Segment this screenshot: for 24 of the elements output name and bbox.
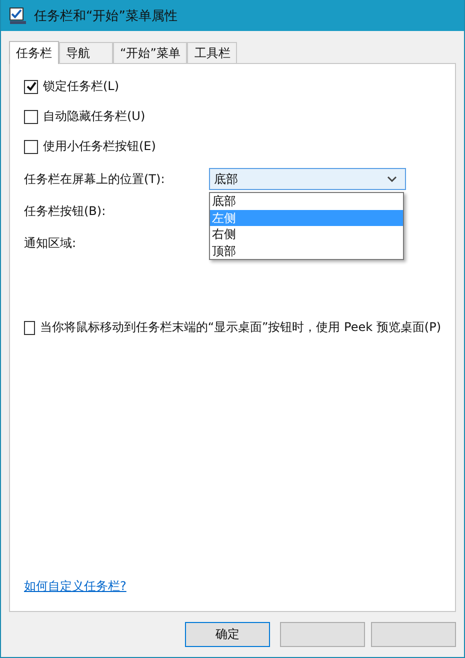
chevron-icon bbox=[387, 176, 397, 182]
tab[interactable]: 工具栏 bbox=[187, 42, 238, 63]
dropdown-option[interactable]: 顶部 bbox=[210, 242, 403, 259]
help-link[interactable]: 如何自定义任务栏? bbox=[24, 578, 126, 595]
tab[interactable]: 任务栏 bbox=[9, 41, 59, 64]
dropdown-option[interactable]: 右侧 bbox=[210, 226, 403, 242]
checkbox[interactable] bbox=[24, 140, 38, 154]
field-label: 通知区域: bbox=[24, 234, 78, 252]
checkbox-label: 自动隐藏任务栏(U) bbox=[43, 108, 146, 125]
field-label: 任务栏按钮(B): bbox=[24, 202, 107, 220]
dropdown-option[interactable]: 底部 bbox=[210, 193, 403, 210]
ok-button[interactable]: 确定 bbox=[185, 622, 270, 647]
checkbox[interactable] bbox=[24, 320, 35, 334]
checkbox[interactable] bbox=[24, 110, 38, 124]
window-title: 任务栏和“开始”菜单属性 bbox=[34, 8, 178, 24]
tab[interactable]: 导航 bbox=[59, 42, 113, 63]
field-label: 任务栏在屏幕上的位置(T): bbox=[24, 170, 166, 188]
checkbox-icon bbox=[9, 6, 27, 24]
checkbox-label: 使用小任务栏按钮(E) bbox=[43, 138, 156, 155]
checkbox-label: 锁定任务栏(L) bbox=[43, 78, 120, 95]
checkbox[interactable] bbox=[24, 80, 38, 94]
checkbox-label: 当你将鼠标移动到任务栏末端的“显示桌面”按钮时，使用 Peek 预览桌面(P) bbox=[40, 319, 441, 336]
position-dropdown[interactable]: 底部 bbox=[209, 168, 406, 190]
tab[interactable]: “开始”菜单 bbox=[113, 42, 188, 63]
